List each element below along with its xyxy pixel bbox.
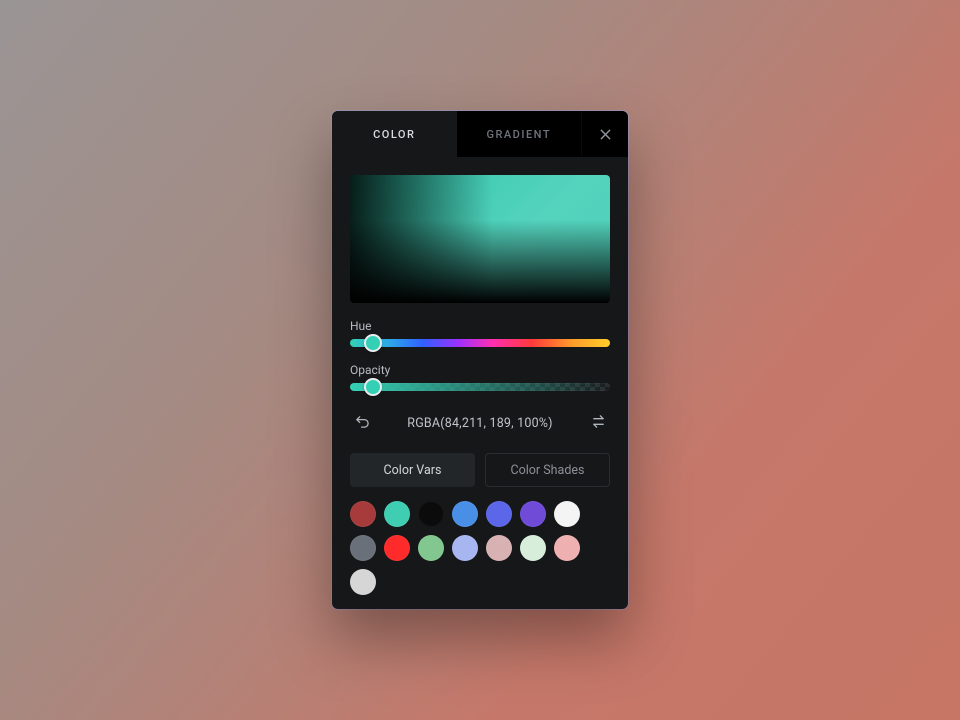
- opacity-slider[interactable]: [350, 383, 610, 391]
- swatch-item[interactable]: [384, 501, 410, 527]
- opacity-slider-knob[interactable]: [366, 380, 380, 394]
- saturation-value-field[interactable]: [350, 175, 610, 303]
- swatch-item[interactable]: [452, 535, 478, 561]
- swatch-item[interactable]: [554, 501, 580, 527]
- undo-icon: [355, 414, 370, 433]
- swatch-item[interactable]: [486, 501, 512, 527]
- swatch-item[interactable]: [418, 501, 444, 527]
- color-value-input[interactable]: RGBA(84,211, 189, 100%): [407, 416, 552, 431]
- subtab-color-vars[interactable]: Color Vars: [350, 453, 475, 487]
- tab-gradient[interactable]: GRADIENT: [457, 111, 582, 157]
- swatch-item[interactable]: [554, 535, 580, 561]
- swatch-item[interactable]: [418, 535, 444, 561]
- reset-color-button[interactable]: [350, 411, 374, 435]
- swap-icon: [591, 414, 606, 433]
- close-button[interactable]: [581, 111, 628, 157]
- color-value-row: RGBA(84,211, 189, 100%): [350, 409, 610, 437]
- color-picker-panel: COLOR GRADIENT Hue Opacity: [332, 111, 628, 609]
- tab-color[interactable]: COLOR: [332, 111, 457, 157]
- swatch-item[interactable]: [350, 569, 376, 595]
- swatch-item[interactable]: [520, 535, 546, 561]
- swatch-item[interactable]: [384, 535, 410, 561]
- hue-slider[interactable]: [350, 339, 610, 347]
- swatch-subtabs: Color Vars Color Shades: [350, 453, 610, 487]
- swatch-grid: [350, 501, 610, 595]
- swatch-item[interactable]: [350, 535, 376, 561]
- picker-tabs: COLOR GRADIENT: [332, 111, 628, 157]
- swatch-item[interactable]: [452, 501, 478, 527]
- close-icon: [600, 125, 611, 144]
- hue-slider-knob[interactable]: [366, 336, 380, 350]
- opacity-label: Opacity: [350, 363, 610, 377]
- swatch-item[interactable]: [350, 501, 376, 527]
- swatch-item[interactable]: [520, 501, 546, 527]
- swatch-item[interactable]: [486, 535, 512, 561]
- subtab-color-shades[interactable]: Color Shades: [485, 453, 610, 487]
- swap-format-button[interactable]: [586, 411, 610, 435]
- hue-label: Hue: [350, 319, 610, 333]
